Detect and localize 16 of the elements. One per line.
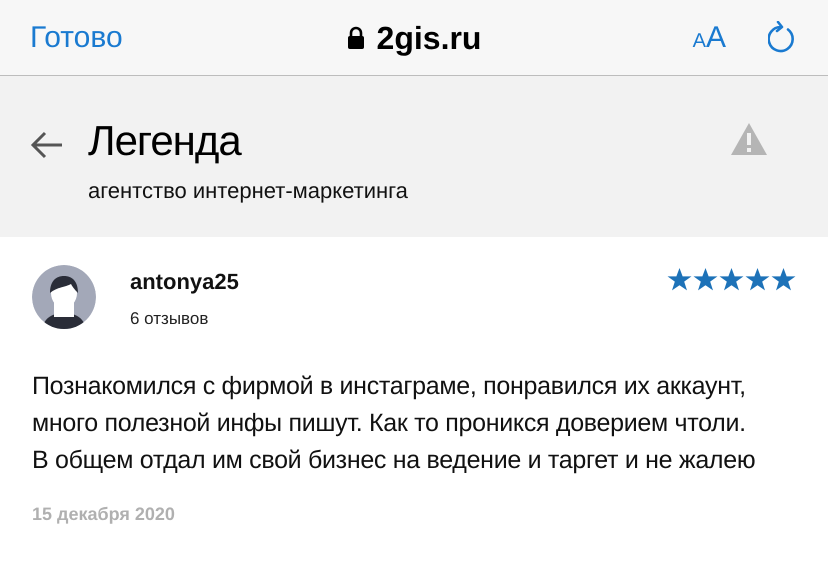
review-date: 15 декабря 2020: [32, 502, 176, 526]
review-count: 6 отзывов: [130, 308, 210, 330]
star-icon: [745, 268, 770, 292]
text-size-button[interactable]: AA: [692, 15, 726, 60]
star-icon: [693, 268, 718, 292]
star-icon: [771, 268, 796, 292]
star-icon: [667, 268, 692, 292]
address-text[interactable]: 2gis.ru: [376, 14, 482, 62]
done-button[interactable]: Готово: [30, 15, 230, 60]
back-arrow-icon[interactable]: [30, 131, 64, 159]
author-name[interactable]: antonya25: [130, 265, 667, 298]
page-title: Легенда: [88, 116, 243, 166]
avatar-icon: [32, 265, 96, 329]
star-icon: [719, 268, 744, 292]
page-subtitle: агентство интернет-маркетинга: [88, 177, 409, 205]
review-text: Познакомился с фирмой в инстаграме, понравился их аккаунт, много полезной инфы пишут. Как то проникся доверием чтоли. В общем отдал им свой бизнес на ведение и таргет и не жалею: [32, 370, 756, 476]
